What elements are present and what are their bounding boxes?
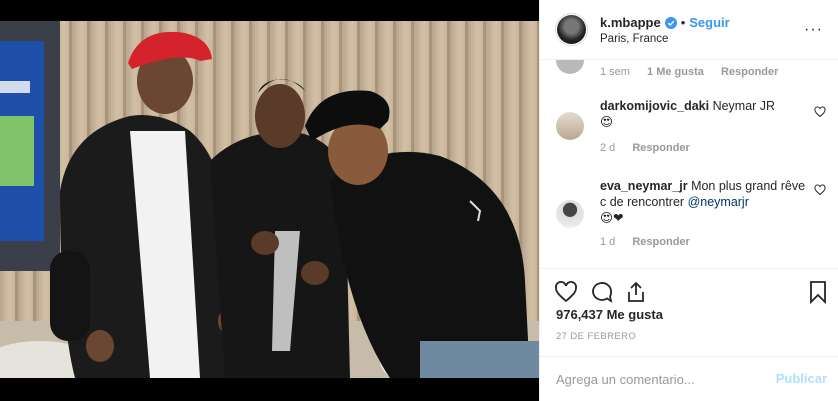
comments-list[interactable]: 1 sem 1 Me gusta Responder darkomijovic_… (540, 60, 838, 268)
post-media-area (0, 0, 539, 401)
comment-input[interactable] (556, 369, 766, 389)
comment-username[interactable]: darkomijovic_daki (600, 99, 709, 113)
reply-button[interactable]: Responder (632, 142, 689, 154)
verified-badge-icon (664, 16, 677, 29)
comment-time: 1 d (600, 236, 616, 248)
comment-avatar[interactable] (556, 200, 584, 228)
comment-text: eva_neymar_jr Mon plus grand rêve c de r… (600, 178, 812, 226)
post-location[interactable]: Paris, France (600, 33, 730, 45)
comment-mention[interactable]: @neymarjr (688, 195, 749, 209)
comment-content: Neymar JR (712, 99, 776, 113)
author-username[interactable]: k.mbappe (600, 15, 661, 30)
post-photo[interactable] (0, 21, 539, 378)
comment-time: 2 d (600, 142, 616, 154)
post-header: k.mbappe • Seguir Paris, France ··· (540, 0, 838, 60)
reply-button[interactable]: Responder (721, 66, 778, 78)
comment-meta: 1 d Responder (600, 236, 704, 248)
comment-bubble-icon[interactable] (590, 280, 614, 304)
post-side-panel: k.mbappe • Seguir Paris, France ··· 1 se… (539, 0, 838, 401)
comment-meta: 1 sem 1 Me gusta Responder (600, 66, 792, 78)
comment-time: 1 sem (600, 66, 630, 78)
comment-avatar[interactable] (556, 60, 584, 74)
comment-like-heart-icon[interactable] (814, 184, 826, 196)
comment-likes[interactable]: 1 Me gusta (647, 66, 704, 78)
comment-username[interactable]: eva_neymar_jr (600, 179, 688, 193)
likes-count[interactable]: 976,437 Me gusta (556, 307, 663, 322)
reply-button[interactable]: Responder (632, 236, 689, 248)
comment-emoji: 😍 (600, 115, 614, 129)
comment-avatar[interactable] (556, 112, 584, 140)
post-photo-image (0, 21, 539, 378)
comment-text: darkomijovic_daki Neymar JR 😍 (600, 98, 812, 130)
add-comment-section: Publicar (540, 356, 838, 401)
follow-button[interactable]: Seguir (689, 15, 729, 30)
more-horizontal-icon[interactable]: ··· (804, 22, 823, 38)
comment-emoji: 😍❤ (600, 211, 624, 225)
post-date[interactable]: 27 DE FEBRERO (556, 331, 636, 342)
bookmark-icon[interactable] (806, 280, 830, 304)
heart-icon[interactable] (554, 280, 578, 304)
post-comment-button[interactable]: Publicar (776, 371, 827, 386)
separator-dot: • (680, 15, 686, 30)
author-avatar[interactable] (555, 13, 588, 46)
share-icon[interactable] (624, 280, 648, 304)
comment-like-heart-icon[interactable] (814, 106, 826, 118)
comment-meta: 2 d Responder (600, 142, 704, 154)
